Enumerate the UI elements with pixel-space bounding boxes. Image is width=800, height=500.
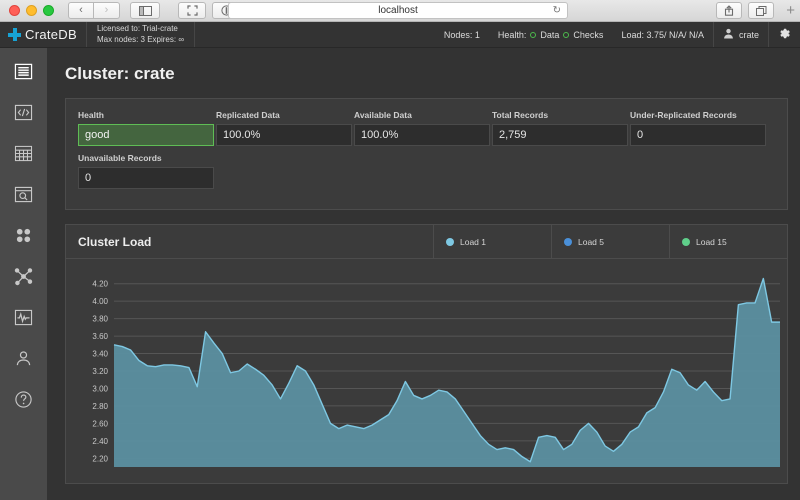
stat-value[interactable]: 0 [78,167,214,189]
y-axis-tick-label: 3.80 [92,315,108,324]
left-sidebar [0,48,47,500]
stat-label: Total Records [492,110,549,120]
legend-dot-load-15 [682,237,690,246]
stat-item: Available Data 100.0% [354,110,490,146]
stat-item: Health good [78,110,214,146]
stat-value[interactable]: 2,759 [492,124,628,146]
forward-button[interactable]: › [94,2,120,19]
cluster-stats-panel: Health good Replicated Data 100.0% Available… [65,98,788,210]
stat-label: Unavailable Records [78,153,162,163]
legend-label-load-1: Load 1 [460,236,486,247]
user-name: crate [738,29,759,40]
toolbar-right-group [716,2,774,19]
address-bar[interactable]: localhost ↻ [228,2,568,19]
settings-button[interactable] [768,22,800,47]
crate-cross-icon [8,28,21,41]
chart-header: Cluster Load Load 1 Load 5 Load 15 [66,225,787,259]
license-info: Licensed to: Trial-crate Max nodes: 3 Ex… [87,22,196,47]
new-tab-button[interactable]: + [786,3,795,18]
gear-icon [778,27,791,42]
minimize-window-button[interactable] [26,5,37,16]
y-axis-tick-label: 2.80 [92,402,108,411]
y-axis-tick-label: 3.20 [92,367,108,376]
stat-value[interactable]: 100.0% [216,124,352,146]
close-window-button[interactable] [9,5,20,16]
app-top-bar: CrateDB Licensed to: Trial-crate Max nod… [0,22,800,48]
user-icon [723,28,734,42]
nodes-status: Nodes: 1 [443,29,480,40]
cratedb-logo[interactable]: CrateDB [0,22,87,47]
sidebar-item-help[interactable] [13,388,35,410]
legend-label-load-15: Load 15 [696,236,727,247]
stat-item: Unavailable Records 0 [78,153,214,189]
legend-item-load-1[interactable]: Load 1 [433,225,551,258]
checks-status-dot-icon [563,31,570,38]
stat-value[interactable]: 100.0% [354,124,490,146]
sidebar-toggle-icon[interactable] [130,2,160,19]
stat-value[interactable]: 0 [630,124,766,146]
share-icon[interactable] [716,2,742,19]
tabs-overview-icon[interactable] [748,2,774,19]
y-axis-tick-label: 2.40 [92,437,108,446]
cluster-load-chart: 2.20 2.40 2.60 2.80 3.00 3.20 3.40 3.60 3.80 4.00… [92,275,780,467]
y-axis-tick-label: 3.00 [92,384,108,393]
sidebar-item-console[interactable] [13,101,35,123]
license-line-2: Max nodes: 3 Expires: ∞ [96,34,185,44]
legend-item-load-5[interactable]: Load 5 [551,225,669,258]
y-axis-tick-label: 3.60 [92,332,108,341]
y-axis-tick-label: 4.00 [92,297,108,306]
y-axis-tick-label: 2.20 [92,454,108,463]
browser-toolbar: ‹ › localhost ↻ + [0,0,800,22]
health-label: Health: [497,29,527,40]
health-status: Health: Data Checks [489,22,613,47]
maximize-window-button[interactable] [43,5,54,16]
stat-label: Available Data [354,110,412,120]
legend-label-load-5: Load 5 [578,236,604,247]
y-axis-tick-label: 2.60 [92,419,108,428]
legend-item-load-15[interactable]: Load 15 [669,225,787,258]
logo-label: CrateDB [25,27,77,42]
user-menu[interactable]: crate [712,22,768,47]
stat-label: Under-Replicated Records [630,110,737,120]
main-content: Cluster: crate Health good Replicated Data… [47,48,800,500]
legend-dot-load-5 [564,237,572,246]
app-bar-spacer [195,22,435,47]
license-line-1: Licensed to: Trial-crate [96,23,178,33]
sidebar-item-query-inspector[interactable] [13,183,35,205]
y-axis-tick-label: 3.40 [92,350,108,359]
back-button[interactable]: ‹ [68,2,94,19]
sidebar-item-shards[interactable] [13,265,35,287]
stat-item: Replicated Data 100.0% [216,110,352,146]
sidebar-item-monitoring[interactable] [13,306,35,328]
chart-body: 2.20 2.40 2.60 2.80 3.00 3.20 3.40 3.60 3.80 4.00… [66,259,787,483]
window-traffic-lights [0,5,54,16]
fullscreen-icon[interactable] [178,2,206,19]
page-title: Cluster: crate [65,64,175,83]
y-axis-tick-label: 4.20 [92,280,108,289]
stat-value[interactable]: good [78,124,214,146]
health-data-label: Data [540,29,560,40]
sidebar-item-user[interactable] [13,347,35,369]
cluster-load-panel: Cluster Load Load 1 Load 5 Load 15 2.20 2… [65,224,788,484]
url-text: localhost [378,5,418,16]
navigation-buttons: ‹ › [68,2,120,19]
sidebar-item-nodes[interactable] [13,224,35,246]
reload-icon[interactable]: ↻ [553,5,561,16]
sidebar-item-overview[interactable] [13,60,35,82]
legend-dot-load-1 [446,237,454,246]
stat-item: Under-Replicated Records 0 [630,110,766,146]
load-status: Load: 3.75/ N/A/ N/A [621,29,704,40]
data-status-dot-icon [530,31,537,38]
app-body: Cluster: crate Health good Replicated Data… [0,48,800,500]
sidebar-item-tables[interactable] [13,142,35,164]
chart-title: Cluster Load [78,234,152,249]
stat-item: Total Records 2,759 [492,110,628,146]
stat-label: Health [78,110,104,120]
cluster-stats-grid: Health good Replicated Data 100.0% Available… [78,110,775,196]
health-checks-label: Checks [573,29,604,40]
stat-label: Replicated Data [216,110,280,120]
